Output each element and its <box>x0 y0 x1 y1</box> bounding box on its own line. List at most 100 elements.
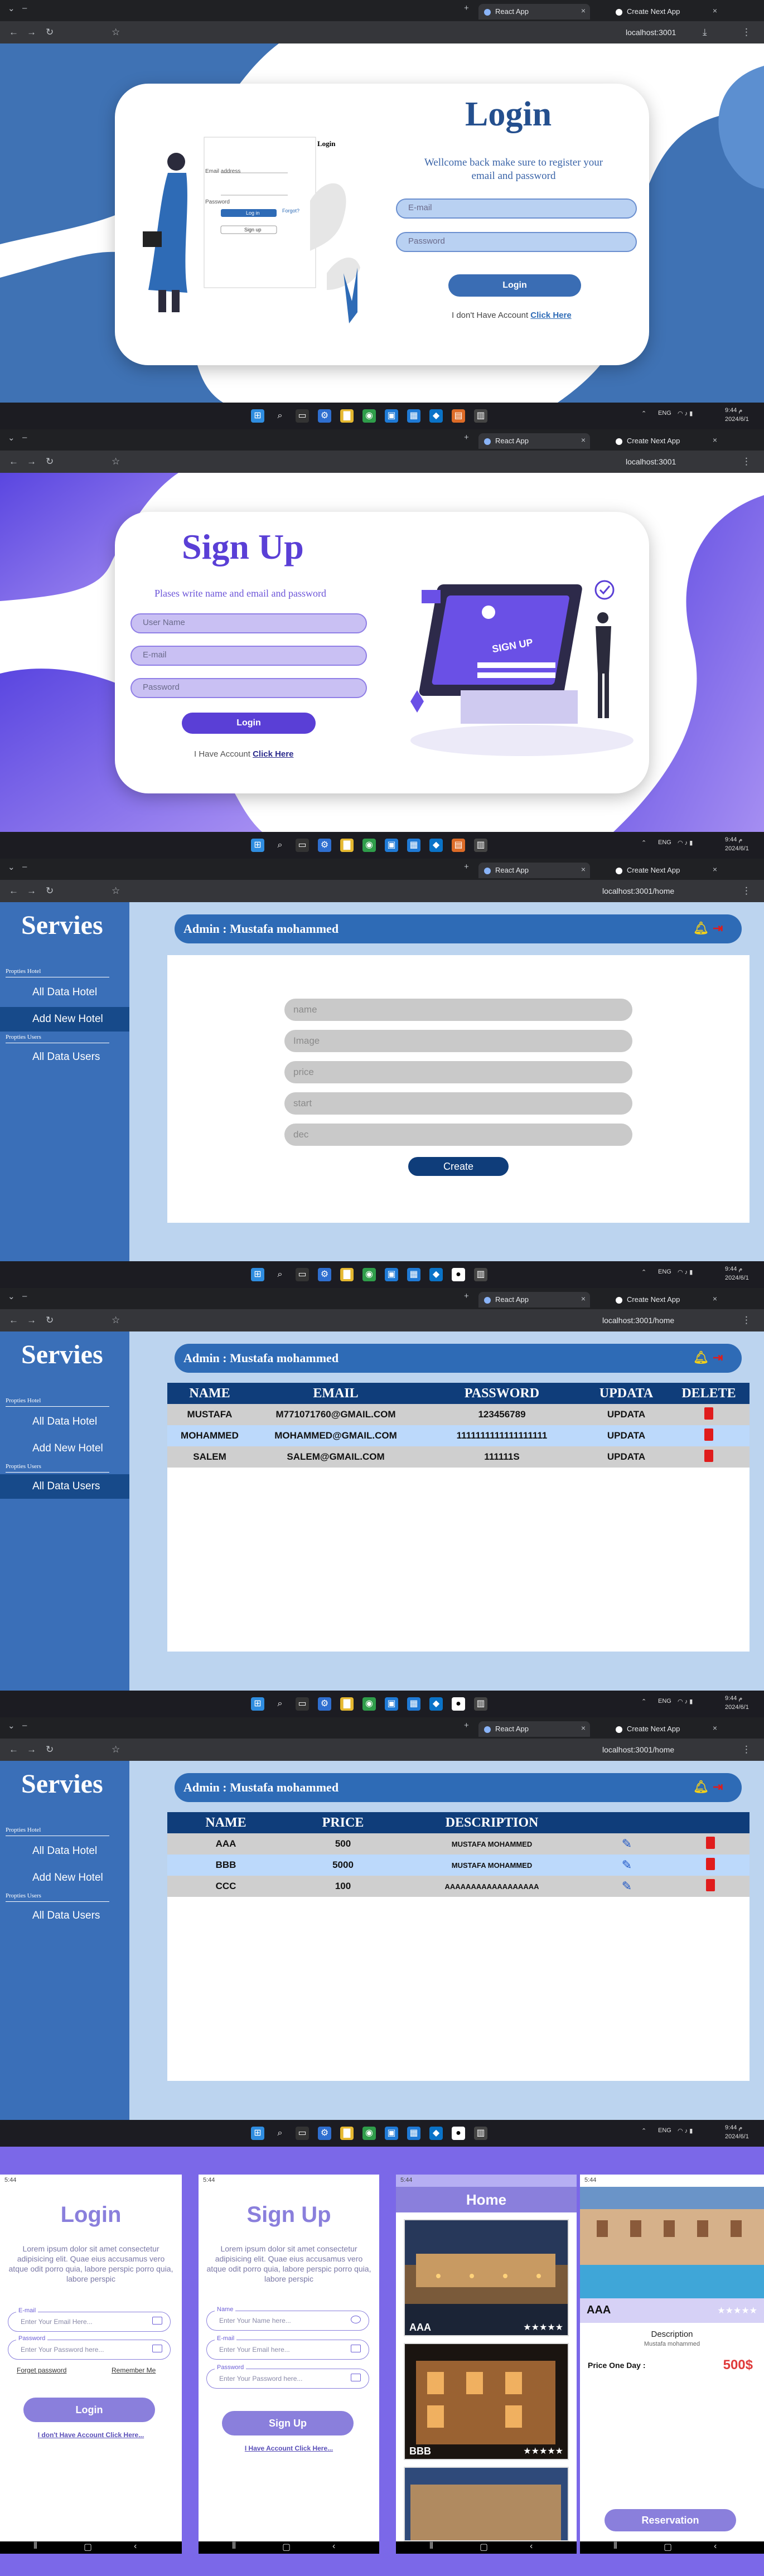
tab-next-app[interactable]: Create Next App × <box>610 1721 722 1737</box>
vscode-icon[interactable]: ◆ <box>429 2127 443 2140</box>
vscode-icon[interactable]: ◆ <box>429 1268 443 1281</box>
folder-icon[interactable]: ▇ <box>340 2127 354 2140</box>
bell-icon[interactable]: 🔔︎ <box>693 1350 709 1365</box>
logout-icon[interactable]: ⇥ <box>713 1780 723 1794</box>
menu-icon[interactable]: ⋮ <box>742 27 751 38</box>
clock-date[interactable]: 2024/6/1 <box>725 845 749 852</box>
forward-icon[interactable]: → <box>27 456 36 467</box>
star-icon[interactable]: ☆ <box>112 1315 120 1326</box>
tab-next-app[interactable]: Create Next App × <box>610 863 722 878</box>
sidebar-item-add-hotel[interactable]: Add New Hotel <box>0 1866 129 1890</box>
windows-start-icon[interactable]: ⊞ <box>251 2127 264 2140</box>
tray-up-icon[interactable]: ⌃ <box>641 2127 646 2134</box>
password-field[interactable]: Password Enter Your Password here... <box>206 2364 369 2389</box>
password-field[interactable]: Password Enter Your Password here... <box>8 2335 171 2360</box>
star-icon[interactable]: ☆ <box>112 885 120 897</box>
star-icon[interactable]: ☆ <box>112 456 120 467</box>
wifi-icon[interactable]: ◠ ♪ ▮ <box>678 1268 693 1276</box>
login-link[interactable]: I Have Account Click Here... <box>199 2444 379 2452</box>
login-button[interactable]: Login <box>448 274 581 297</box>
minimize-icon[interactable]: – <box>22 3 27 13</box>
sidebar-item-add-hotel[interactable]: Add New Hotel <box>0 1007 129 1032</box>
username-field[interactable]: User Name <box>130 613 367 633</box>
chrome-icon[interactable]: ◉ <box>362 409 376 423</box>
new-tab-icon[interactable]: + <box>464 3 469 13</box>
image-input[interactable]: Image <box>284 1030 632 1052</box>
app3-icon[interactable]: ▥ <box>474 839 487 852</box>
close-icon[interactable]: × <box>713 865 717 874</box>
tray-up-icon[interactable]: ⌃ <box>641 839 646 846</box>
sidebar-item-all-hotels[interactable]: All Data Hotel <box>0 1410 129 1434</box>
bell-icon[interactable]: 🔔︎ <box>693 1780 709 1794</box>
signup-link[interactable]: I don't Have Account Click Here... <box>0 2431 182 2439</box>
hotel-card[interactable]: AAA ★★★★★ <box>404 2219 569 2336</box>
sidebar-item-all-users[interactable]: All Data Users <box>0 1904 129 1928</box>
clock-time[interactable]: 9:44 م <box>725 406 742 414</box>
trash-icon[interactable] <box>706 1857 715 1870</box>
signup-button[interactable]: Sign Up <box>222 2411 354 2435</box>
clock-time[interactable]: 9:44 م <box>725 1694 742 1702</box>
app-icon[interactable]: ▣ <box>385 1697 398 1711</box>
forward-icon[interactable]: → <box>27 1744 36 1755</box>
email-field[interactable]: E-mail <box>396 198 637 219</box>
windows-start-icon[interactable]: ⊞ <box>251 409 264 423</box>
hotel-card[interactable] <box>404 2467 569 2541</box>
reload-icon[interactable]: ↻ <box>46 456 54 467</box>
app2-icon[interactable]: ▤ <box>452 839 465 852</box>
home-icon[interactable]: ▢ <box>664 2541 672 2553</box>
create-button[interactable]: Create <box>408 1157 509 1176</box>
pencil-icon[interactable]: ✎ <box>622 1879 632 1893</box>
app3-icon[interactable]: ▥ <box>474 1268 487 1281</box>
back-icon[interactable]: ← <box>9 1744 18 1755</box>
new-tab-icon[interactable]: + <box>464 433 469 442</box>
language-indicator[interactable]: ENG <box>658 410 671 417</box>
tray-up-icon[interactable]: ⌃ <box>641 1268 646 1276</box>
tab-react-app[interactable]: React App × <box>478 4 590 20</box>
app3-icon[interactable]: ▥ <box>474 2127 487 2140</box>
logout-icon[interactable]: ⇥ <box>713 921 723 936</box>
window-menu-icon[interactable]: ⌄ <box>8 862 15 872</box>
home-icon[interactable]: ▢ <box>480 2541 488 2553</box>
login-link[interactable]: Click Here <box>253 749 293 759</box>
search-icon[interactable]: ⌕ <box>273 839 287 852</box>
window-menu-icon[interactable]: ⌄ <box>8 3 15 13</box>
minimize-icon[interactable]: – <box>22 862 27 871</box>
home-icon[interactable]: ▢ <box>84 2541 92 2553</box>
settings-icon[interactable]: ⚙ <box>318 839 331 852</box>
github-icon[interactable]: ● <box>452 1268 465 1281</box>
back-icon[interactable]: ← <box>9 1315 18 1326</box>
clock-date[interactable]: 2024/6/1 <box>725 416 749 423</box>
sidebar-item-all-users[interactable]: All Data Users <box>0 1045 129 1069</box>
vscode-icon[interactable]: ◆ <box>429 409 443 423</box>
vscode-icon[interactable]: ◆ <box>429 1697 443 1711</box>
minimize-icon[interactable]: – <box>22 1291 27 1301</box>
close-icon[interactable]: × <box>713 1723 717 1732</box>
search-icon[interactable]: ⌕ <box>273 1697 287 1711</box>
close-icon[interactable]: × <box>581 6 586 15</box>
search-icon[interactable]: ⌕ <box>273 1268 287 1281</box>
close-icon[interactable]: × <box>581 865 586 874</box>
tab-react-app[interactable]: React App × <box>478 1721 590 1737</box>
star-icon[interactable]: ☆ <box>112 1744 120 1755</box>
window-menu-icon[interactable]: ⌄ <box>8 1291 15 1301</box>
address-bar[interactable]: localhost:3001/home <box>602 887 674 895</box>
windows-start-icon[interactable]: ⊞ <box>251 839 264 852</box>
tab-next-app[interactable]: Create Next App × <box>610 1292 722 1308</box>
clock-time[interactable]: 9:44 م <box>725 2124 742 2131</box>
update-button[interactable]: UPDATA <box>584 1425 668 1446</box>
folder-icon[interactable]: ▇ <box>340 1268 354 1281</box>
pencil-icon[interactable]: ✎ <box>622 1858 632 1872</box>
settings-icon[interactable]: ⚙ <box>318 1268 331 1281</box>
tray-up-icon[interactable]: ⌃ <box>641 1698 646 1705</box>
recent-apps-icon[interactable]: ⦀ <box>232 2541 236 2551</box>
app-icon[interactable]: ▣ <box>385 2127 398 2140</box>
password-field[interactable]: Password <box>130 678 367 698</box>
close-icon[interactable]: × <box>713 1294 717 1303</box>
pencil-icon[interactable]: ✎ <box>622 1837 632 1851</box>
folder-icon[interactable]: ▇ <box>340 839 354 852</box>
app-icon[interactable]: ▣ <box>385 409 398 423</box>
taskview-icon[interactable]: ▭ <box>296 1697 309 1711</box>
tray-up-icon[interactable]: ⌃ <box>641 410 646 417</box>
menu-icon[interactable]: ⋮ <box>742 885 751 897</box>
back-icon[interactable]: ‹ <box>530 2541 533 2551</box>
